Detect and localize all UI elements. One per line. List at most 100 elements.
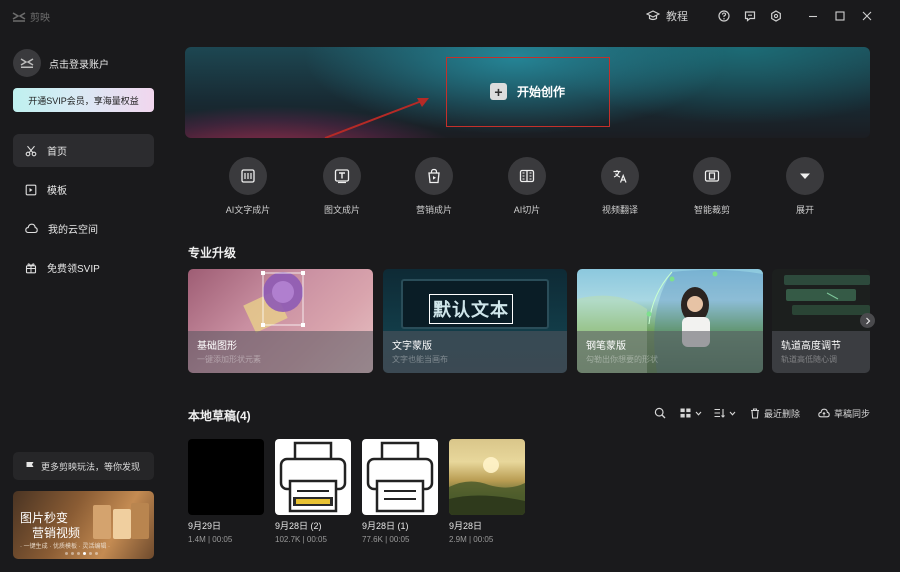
sidebar-item-cloud[interactable]: 我的云空间 (13, 212, 154, 245)
tool-icon-circle (415, 157, 453, 195)
draft-item[interactable]: 9月29日 1.4M | 00:05 (188, 439, 264, 544)
chevron-right-icon (865, 317, 870, 324)
promo-line2: 营销视频 (32, 526, 81, 540)
tool-label: 视频翻译 (601, 205, 638, 215)
discover-button[interactable]: 更多剪映玩法，等你发现 (13, 452, 154, 480)
draft-item[interactable]: 9月28日 (2) 102.7K | 00:05 (275, 439, 351, 544)
pro-section-title: 专业升级 (188, 246, 237, 260)
settings-button[interactable] (764, 6, 788, 26)
chevron-down-icon (729, 411, 736, 416)
start-creating-banner[interactable]: + 开始创作 (185, 47, 870, 138)
tool-icon-circle (323, 157, 361, 195)
draft-item[interactable]: 9月28日 2.9M | 00:05 (449, 439, 525, 544)
discover-label: 更多剪映玩法，等你发现 (41, 461, 141, 472)
draft-date: 9月28日 (1) (362, 521, 409, 531)
cloud-sync-icon (818, 408, 830, 418)
card-basic-shapes[interactable]: 基础图形 一键添加形状元素 (188, 269, 373, 373)
sidebar-nav: 首页 模板 我的云空间 免费领SVIP (13, 134, 154, 290)
maximize-button[interactable] (827, 6, 853, 26)
app-name: 剪映 (30, 13, 50, 24)
tool-icon-circle (229, 157, 267, 195)
tool-ai-text-video[interactable]: AI文字成片 (208, 157, 288, 216)
grid-view-dropdown[interactable] (680, 408, 702, 418)
help-icon (718, 10, 730, 22)
tool-label: AI切片 (513, 205, 541, 215)
draft-thumbnail[interactable] (362, 439, 438, 515)
tool-video-translate[interactable]: 视频翻译 (580, 157, 660, 216)
tool-label: 营销成片 (415, 205, 452, 215)
recent-delete-label: 最近删除 (763, 408, 800, 419)
sort-icon (714, 408, 725, 418)
feedback-icon (744, 11, 756, 22)
draft-thumbnail[interactable] (275, 439, 351, 515)
start-creating-button[interactable]: + 开始创作 (490, 83, 565, 100)
recent-delete-button[interactable]: 最近删除 (750, 407, 800, 420)
card-subtitle: 一键添加形状元素 (197, 355, 261, 364)
draft-item[interactable]: 9月28日 (1) 77.6K | 00:05 (362, 439, 438, 544)
capcut-logo-icon (12, 11, 26, 22)
card-text-mask[interactable]: 默认文本 文字蒙版 文字也能当画布 (383, 269, 567, 373)
tool-marketing-video[interactable]: 营销成片 (394, 157, 474, 216)
carousel-dot[interactable] (95, 552, 98, 555)
chevron-down-icon (695, 411, 702, 416)
card-pen-mask[interactable]: 钢笔蒙版 勾勒出你想要的形状 (577, 269, 763, 373)
tool-label: AI文字成片 (225, 205, 271, 215)
card-title: 钢笔蒙版 (586, 341, 626, 352)
carousel-dot[interactable] (65, 552, 68, 555)
minimize-button[interactable] (800, 6, 826, 26)
tool-image-text-video[interactable]: 图文成片 (302, 157, 382, 216)
sidebar-item-home[interactable]: 首页 (13, 134, 154, 167)
cloud-icon (25, 223, 38, 234)
avatar (13, 49, 41, 77)
tool-icon-circle (786, 157, 824, 195)
sort-dropdown[interactable] (714, 408, 736, 418)
search-button[interactable] (654, 407, 666, 419)
drafts-toolbar: 最近删除 草稿同步 (654, 406, 870, 420)
smart-crop-icon (704, 170, 720, 182)
drafts-section-title: 本地草稿(4) (188, 409, 251, 423)
tool-ai-slice[interactable]: AI切片 (487, 157, 567, 216)
help-button[interactable] (712, 6, 736, 26)
expand-chevron-icon (800, 173, 810, 179)
sidebar-item-free-svip[interactable]: 免费领SVIP (13, 251, 154, 284)
carousel-dots[interactable] (65, 552, 98, 555)
card-title: 文字蒙版 (392, 341, 432, 352)
graduation-cap-icon (646, 10, 660, 21)
cards-next-button[interactable] (860, 313, 875, 328)
marketing-bag-icon (428, 168, 440, 184)
maximize-icon (835, 11, 845, 21)
draft-date: 9月29日 (188, 521, 222, 531)
carousel-dot[interactable] (71, 552, 74, 555)
draft-thumbnail[interactable] (188, 439, 264, 515)
scissors-icon (25, 145, 37, 156)
start-creating-label: 开始创作 (517, 85, 566, 99)
feedback-button[interactable] (738, 6, 762, 26)
translate-icon (613, 170, 627, 183)
ai-slice-icon (519, 169, 535, 183)
tool-smart-crop[interactable]: 智能裁剪 (672, 157, 752, 216)
card-title: 基础图形 (197, 341, 237, 352)
login-button[interactable]: 点击登录账户 (13, 49, 109, 77)
tool-label: 图文成片 (323, 205, 360, 215)
image-text-video-icon (334, 169, 350, 184)
sidebar-item-label: 我的云空间 (48, 225, 98, 236)
promo-banner[interactable]: 图片秒变 营销视频 · 一键生成 · 优质模板 · 灵活编辑 · (13, 491, 154, 559)
svip-banner-button[interactable]: 开通SVIP会员，享海量权益 (13, 88, 154, 112)
tool-expand[interactable]: 展开 (765, 157, 845, 216)
printer-image (279, 441, 347, 513)
close-button[interactable] (854, 6, 880, 26)
card-subtitle: 轨道高低随心调 (781, 355, 837, 364)
card-track-height[interactable]: 轨道高度调节 轨道高低随心调 (772, 269, 870, 373)
sidebar-item-templates[interactable]: 模板 (13, 173, 154, 206)
carousel-dot-active[interactable] (83, 552, 86, 555)
flag-icon (26, 461, 34, 471)
draft-thumbnail[interactable] (449, 439, 525, 515)
draft-sync-button[interactable]: 草稿同步 (818, 407, 870, 420)
draft-meta: 2.9M | 00:05 (449, 535, 494, 544)
carousel-dot[interactable] (77, 552, 80, 555)
minimize-icon (809, 15, 817, 18)
tutorial-button[interactable]: 教程 (646, 6, 688, 26)
carousel-dot[interactable] (89, 552, 92, 555)
printer-image (366, 441, 434, 513)
sidebar: 点击登录账户 开通SVIP会员，享海量权益 首页 模板 我的云空间 免费领SVI… (0, 32, 168, 572)
